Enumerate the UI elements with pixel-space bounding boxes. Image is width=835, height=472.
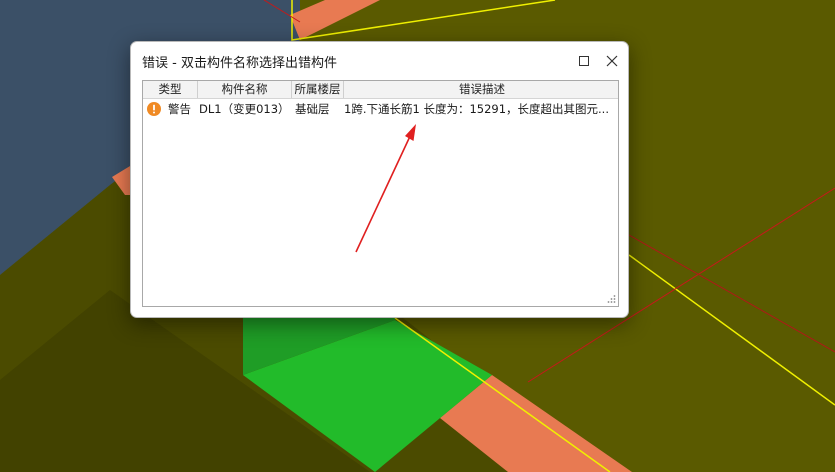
dialog-title: 错误 - 双击构件名称选择出错构件 — [142, 56, 337, 71]
error-list[interactable]: 类型 构件名称 所属楼层 错误描述 警告 DL1（变更013） 基础层 1跨.下… — [142, 80, 619, 307]
table-row[interactable]: 警告 DL1（变更013） 基础层 1跨.下通长筋1 长度为：15291，长度超… — [143, 99, 618, 119]
close-button[interactable] — [601, 50, 623, 72]
column-header-name[interactable]: 构件名称 — [198, 81, 292, 98]
cad-viewport: 错误 - 双击构件名称选择出错构件 类型 构件名称 所属楼层 错误描述 警告 D… — [0, 0, 835, 472]
close-icon — [606, 55, 618, 67]
maximize-button[interactable] — [573, 50, 595, 72]
column-header-type[interactable]: 类型 — [143, 81, 198, 98]
maximize-icon — [579, 56, 589, 66]
list-header: 类型 构件名称 所属楼层 错误描述 — [143, 81, 618, 99]
row-description: 1跨.下通长筋1 长度为：15291，长度超出其图元... — [344, 102, 609, 116]
dialog-titlebar[interactable]: 错误 - 双击构件名称选择出错构件 — [131, 42, 628, 80]
column-header-floor[interactable]: 所属楼层 — [292, 81, 344, 98]
column-header-description[interactable]: 错误描述 — [344, 81, 618, 98]
error-dialog: 错误 - 双击构件名称选择出错构件 类型 构件名称 所属楼层 错误描述 警告 D… — [130, 41, 629, 318]
row-type: 警告 — [168, 102, 191, 116]
row-floor: 基础层 — [295, 102, 330, 116]
row-component-name[interactable]: DL1（变更013） — [199, 99, 292, 119]
resize-grip-icon[interactable] — [606, 294, 616, 304]
warning-icon — [147, 102, 161, 116]
